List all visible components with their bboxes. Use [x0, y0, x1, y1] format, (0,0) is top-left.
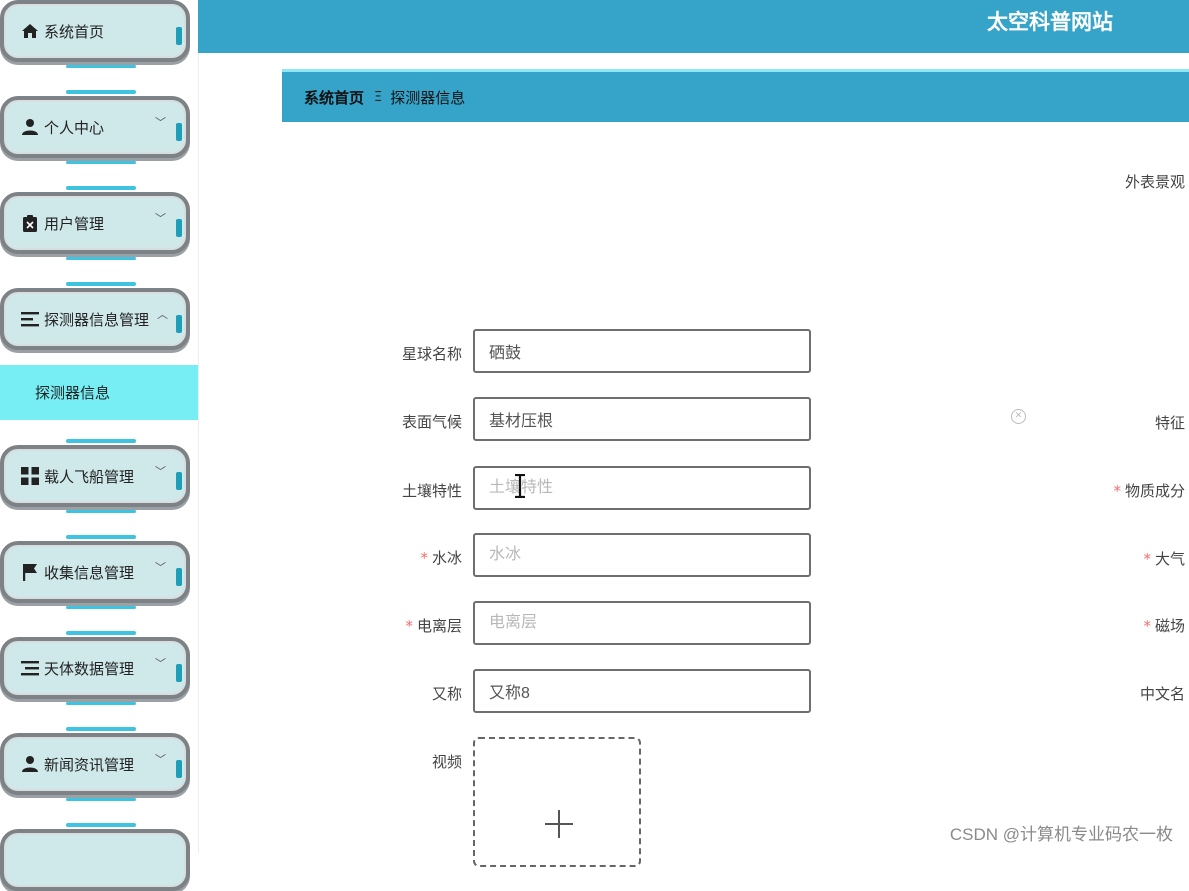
alias-input[interactable]	[473, 669, 811, 713]
menu-button[interactable]: 收集信息管理 ﹀	[0, 541, 190, 603]
water-ice-input[interactable]	[473, 533, 811, 577]
grid-icon	[20, 466, 40, 486]
menu-side-tab	[176, 123, 182, 141]
breadcrumb: 系统首页 Ξ 探测器信息	[282, 72, 1189, 122]
menu-decoration	[66, 823, 136, 827]
menu-side-tab	[176, 472, 182, 490]
menu-decoration	[66, 631, 136, 635]
plus-icon	[544, 809, 574, 839]
field-label-ionosphere: * 电离层	[405, 617, 462, 635]
sidebar-item-label: 天体数据管理	[44, 659, 135, 678]
person-icon	[20, 754, 40, 774]
chevron-down-icon: ﹀	[155, 753, 166, 766]
chevron-down-icon: ﹀	[155, 561, 166, 574]
field-label-planet-name: 星球名称	[401, 345, 462, 363]
field-label-feature: 特征	[1154, 414, 1185, 432]
sidebar-item-label: 探测器信息管理	[44, 310, 150, 329]
sidebar-item-label: 载人飞船管理	[44, 467, 135, 486]
chevron-down-icon: ﹀	[155, 212, 166, 225]
flag-icon	[20, 562, 40, 582]
menu-button[interactable]: 载人飞船管理 ﹀	[0, 445, 190, 507]
sidebar-item-label: 用户管理	[44, 214, 105, 233]
menu-side-tab	[176, 664, 182, 682]
watermark: CSDN @计算机专业码农一枚	[949, 825, 1173, 844]
menu-side-tab	[176, 27, 182, 45]
menu-decoration	[66, 161, 136, 164]
breadcrumb-home-link[interactable]: 系统首页	[304, 87, 364, 108]
menu-decoration	[66, 702, 136, 705]
menu-decoration	[66, 535, 136, 539]
menu-side-tab	[176, 219, 182, 237]
menu-decoration	[66, 510, 136, 513]
field-label-material-composition: * 物质成分	[1113, 482, 1185, 500]
surface-climate-input[interactable]	[473, 397, 811, 441]
menu-button[interactable]: 天体数据管理 ﹀	[0, 637, 190, 699]
video-upload-button[interactable]	[473, 737, 641, 867]
field-label-chinese-name: 中文名	[1139, 685, 1185, 703]
field-label-magnetic-field: * 磁场	[1143, 617, 1185, 635]
menu-decoration	[66, 90, 136, 94]
menu-decoration	[66, 798, 136, 801]
sidebar-item-label: 收集信息管理	[44, 563, 135, 582]
menu-side-tab	[176, 315, 182, 333]
home-icon	[20, 21, 40, 41]
chevron-up-icon: ︿	[157, 308, 168, 321]
menu-decoration	[66, 257, 136, 260]
chevron-down-icon: ﹀	[155, 116, 166, 129]
breadcrumb-separator-icon: Ξ	[374, 89, 383, 105]
submenu-item-label: 探测器信息	[35, 384, 111, 402]
sidebar-item-label: 新闻资讯管理	[44, 755, 135, 774]
menu-decoration	[66, 186, 136, 190]
sidebar-item-label: 系统首页	[44, 22, 105, 41]
menu-button[interactable]	[0, 829, 190, 891]
clear-icon[interactable]: ✕	[1011, 409, 1026, 424]
field-label-video: 视频	[431, 753, 462, 771]
field-label-appearance: 外表景观	[1124, 173, 1185, 191]
planet-name-input[interactable]	[473, 329, 811, 373]
list-icon	[20, 309, 40, 329]
submenu-item-detector-info[interactable]: 探测器信息	[0, 365, 198, 420]
menu-decoration	[66, 606, 136, 609]
menu-button[interactable]: 探测器信息管理 ︿	[0, 288, 190, 350]
menu-button[interactable]: 新闻资讯管理 ﹀	[0, 733, 190, 795]
menu-decoration	[66, 282, 136, 286]
breadcrumb-current: 探测器信息	[390, 88, 466, 107]
sidebar-item-label: 个人中心	[44, 118, 105, 137]
menu-decoration	[66, 439, 136, 443]
chevron-down-icon: ﹀	[155, 657, 166, 670]
sidebar: 系统首页 个人中心 ﹀ 用户管理 ﹀ 探测器信息管理 ︿ 探测器信息 载人飞船管…	[0, 0, 199, 891]
field-label-water-ice: * 水冰	[420, 549, 462, 567]
menu-side-tab	[176, 760, 182, 778]
menu-button[interactable]: 系统首页	[0, 0, 190, 62]
menu-side-tab	[176, 568, 182, 586]
field-label-atmosphere: * 大气	[1143, 550, 1185, 568]
menu-decoration	[66, 65, 136, 68]
text-cursor-icon	[512, 473, 528, 499]
clipboard-icon	[20, 213, 40, 233]
menu-decoration	[66, 727, 136, 731]
menu-button[interactable]: 个人中心 ﹀	[0, 96, 190, 158]
chevron-down-icon: ﹀	[155, 465, 166, 478]
person-icon	[20, 117, 40, 137]
field-label-alias: 又称	[431, 685, 462, 703]
field-label-soil-property: 土壤特性	[401, 482, 462, 500]
ionosphere-input[interactable]	[473, 601, 811, 645]
menu-button[interactable]: 用户管理 ﹀	[0, 192, 190, 254]
top-header: 太空科普网站	[198, 0, 1189, 53]
list-icon	[20, 658, 40, 678]
site-title: 太空科普网站	[987, 10, 1113, 34]
field-label-surface-climate: 表面气候	[401, 413, 462, 431]
